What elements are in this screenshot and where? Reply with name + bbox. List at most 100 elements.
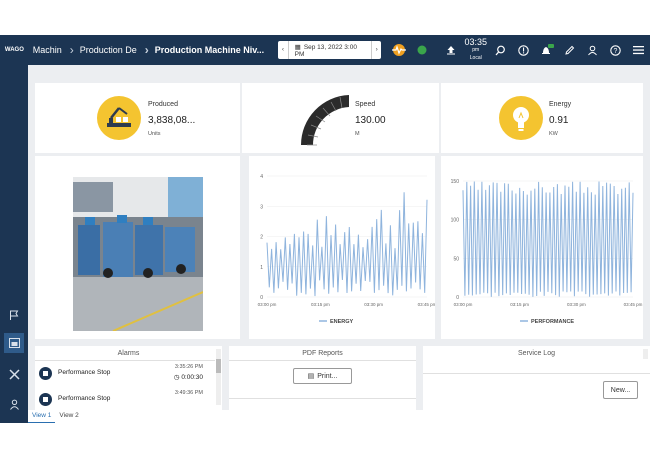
legend-label: ENERGY — [330, 319, 354, 325]
chevron-right-icon: › — [144, 43, 149, 57]
stop-icon — [39, 393, 52, 406]
print-button[interactable]: ▤ Print... — [293, 368, 352, 384]
alarm-name: Performance Stop — [58, 369, 111, 376]
sidebar — [0, 65, 28, 423]
breadcrumb-item-1[interactable]: Machin — [29, 35, 66, 65]
x-tick-label: 03:45 pm — [624, 302, 643, 307]
divider — [35, 360, 215, 361]
clock: 03:35 pm Local — [462, 38, 489, 62]
divider — [423, 373, 650, 374]
view-tabs: View 1 View 2 — [28, 410, 83, 423]
kpi-label: Speed — [355, 101, 376, 108]
performance-chart: 0 50 100 150 03:00 pm 03:15 pm 03:30 pm 03:45 p… — [451, 179, 643, 325]
tab-view-2[interactable]: View 2 — [55, 410, 82, 423]
legend-label: PERFORMANCE — [531, 319, 574, 325]
menu-icon[interactable] — [627, 35, 650, 65]
alarm-time: 3:49:36 PM — [174, 390, 203, 396]
logo-text: WAGO — [4, 47, 24, 53]
status-dot-icon[interactable] — [410, 35, 433, 65]
alarms-scrollbar[interactable] — [216, 349, 221, 405]
document-icon: ▤ — [307, 373, 315, 380]
kpi-label: Produced — [148, 101, 178, 108]
alarm-time: 3:35:26 PM — [174, 364, 203, 370]
pdf-reports-title: PDF Reports — [302, 350, 343, 357]
tools-icon[interactable] — [4, 364, 24, 384]
kpi-unit: M — [355, 131, 360, 137]
tab-view-1[interactable]: View 1 — [28, 410, 56, 423]
chevron-right-icon: › — [69, 43, 74, 57]
date-range-value[interactable]: ▦ Sep 13, 2022 3:00 PM — [289, 43, 371, 58]
series-line — [462, 181, 634, 297]
kpi-card-produced: Produced 3,838,08... Units — [35, 83, 240, 153]
clock-zone: Local — [469, 55, 482, 61]
kpi-card-speed: Speed 130.00 M — [242, 83, 439, 153]
y-tick-label: 2 — [260, 235, 263, 241]
kpi-label: Energy — [549, 101, 572, 108]
y-tick-label: 3 — [260, 204, 263, 210]
kpi-unit: Units — [148, 131, 161, 137]
machine-photo — [73, 177, 204, 332]
heartbeat-icon[interactable] — [387, 35, 410, 65]
clock-ampm: pm — [472, 47, 480, 53]
x-tick-label: 03:00 pm — [454, 302, 473, 307]
info-icon[interactable] — [512, 35, 535, 65]
new-entry-button-label: New... — [610, 386, 631, 394]
alarm-duration-wrap: ◷ 0:00:30 — [174, 373, 203, 381]
alarm-bell-icon[interactable] — [535, 35, 558, 65]
alarm-name: Performance Stop — [58, 395, 111, 402]
y-tick-label: 4 — [260, 174, 263, 180]
alarm-row[interactable]: Performance Stop 3:49:36 PM — [39, 390, 213, 410]
flag-icon[interactable] — [4, 305, 24, 325]
robot-arm-icon — [97, 96, 141, 140]
dashboard-icon[interactable] — [4, 333, 24, 353]
energy-chart: 0 1 2 3 4 03:00 pm 03:15 pm 03:30 pm 03:45 pm ENE… — [258, 174, 437, 325]
kpi-card-energy: Energy 0.91 KW — [441, 83, 643, 153]
y-tick-label: 50 — [453, 256, 459, 262]
kpi-unit: KW — [549, 131, 558, 137]
performance-chart-card: 0 50 100 150 03:00 pm 03:15 pm 03:30 pm 03:45 p… — [441, 156, 643, 339]
chevron-right-icon[interactable]: › — [370, 41, 382, 59]
edit-icon[interactable] — [558, 35, 581, 65]
x-tick-label: 03:15 pm — [311, 302, 330, 307]
clock-time: 03:35 — [464, 37, 488, 47]
x-tick-label: 03:45 pm — [418, 302, 435, 307]
service-log-scrollbar[interactable] — [643, 349, 648, 359]
machine-image-card — [35, 156, 240, 339]
scrollbar-thumb[interactable] — [216, 359, 221, 373]
breadcrumb-label: Production Machine Niv... — [154, 45, 265, 55]
date-range-picker[interactable]: ‹ ▦ Sep 13, 2022 3:00 PM › — [278, 41, 382, 59]
divider — [229, 398, 416, 399]
dashboard-content: Produced 3,838,08... Units Speed 130.00 … — [28, 65, 650, 410]
user-icon[interactable] — [581, 35, 604, 65]
x-tick-label: 03:00 pm — [258, 302, 277, 307]
service-log-panel: Service Log New... — [423, 346, 650, 410]
breadcrumb-item-3[interactable]: › Production Machine Niv... — [141, 35, 268, 65]
y-tick-label: 150 — [451, 179, 460, 185]
pdf-reports-panel: PDF Reports ▤ Print... — [229, 346, 416, 410]
x-tick-label: 03:30 pm — [364, 302, 383, 307]
chevron-left-icon[interactable]: ‹ — [278, 41, 289, 59]
alarm-duration: 0:00:30 — [181, 374, 203, 381]
alarm-row[interactable]: Performance Stop 3:35:26 PM ◷ 0:00:30 — [39, 364, 213, 386]
stop-icon — [39, 367, 52, 380]
y-tick-label: 0 — [456, 295, 459, 301]
help-icon[interactable]: ? — [604, 35, 627, 65]
account-icon[interactable] — [4, 394, 24, 414]
search-icon[interactable] — [489, 35, 512, 65]
upload-icon[interactable] — [439, 35, 462, 65]
x-tick-label: 03:30 pm — [567, 302, 586, 307]
lightbulb-icon — [499, 96, 543, 140]
breadcrumb-item-2[interactable]: › Production De — [66, 35, 141, 65]
y-tick-label: 100 — [451, 218, 460, 224]
series-line — [266, 192, 428, 297]
date-range-text: Sep 13, 2022 3:00 PM — [294, 43, 357, 58]
top-bar: WAGO Machin › Production De › Production M… — [0, 35, 650, 65]
kpi-value: 0.91 — [549, 115, 569, 126]
energy-chart-card: 0 1 2 3 4 03:00 pm 03:15 pm 03:30 pm 03:45 pm ENE… — [249, 156, 437, 339]
y-tick-label: 1 — [260, 265, 263, 271]
x-tick-label: 03:15 pm — [510, 302, 529, 307]
new-entry-button[interactable]: New... — [603, 381, 638, 399]
alarms-panel: Alarms Performance Stop 3:35:26 PM ◷ 0:0… — [35, 346, 222, 410]
y-tick-label: 0 — [260, 295, 263, 301]
breadcrumb-label: Machin — [32, 45, 62, 55]
